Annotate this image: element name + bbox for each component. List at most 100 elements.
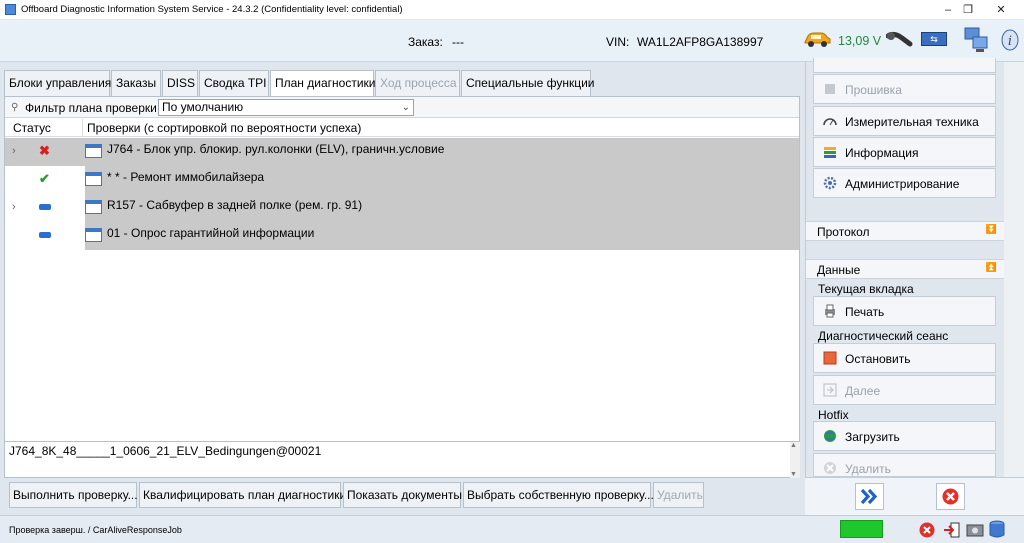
sidebar-item-information[interactable]: Информация bbox=[813, 137, 996, 167]
close-window-button[interactable]: ✕ bbox=[986, 0, 1016, 20]
filter-select[interactable]: По умолчанию ⌄ bbox=[158, 99, 414, 116]
screenshot-icon[interactable] bbox=[966, 521, 984, 542]
table-row[interactable]: ✔ * * - Ремонт иммобилайзера bbox=[5, 166, 799, 194]
table-row[interactable]: 01 - Опрос гарантийной информации bbox=[5, 222, 799, 250]
globe-icon bbox=[823, 429, 837, 443]
load-button-label: Загрузить bbox=[845, 430, 900, 444]
expand-arrow-icon[interactable]: › bbox=[12, 201, 16, 213]
next-button[interactable]: Далее bbox=[813, 375, 996, 405]
sidebar-partial-button[interactable] bbox=[813, 58, 996, 73]
stop-button-label: Остановить bbox=[845, 352, 911, 366]
window-titlebar: Offboard Diagnostic Information System S… bbox=[0, 0, 1024, 20]
exit-icon[interactable] bbox=[918, 521, 936, 542]
error-status-icon: ✖ bbox=[39, 143, 50, 158]
column-header-checks[interactable]: Проверки (с сортировкой по вероятности у… bbox=[87, 121, 361, 135]
run-check-button[interactable]: Выполнить проверку... bbox=[9, 482, 138, 508]
gear-icon bbox=[823, 176, 837, 190]
vci-cable-icon[interactable] bbox=[885, 30, 914, 53]
order-label: Заказ: bbox=[408, 35, 443, 49]
load-button[interactable]: Загрузить bbox=[813, 421, 996, 451]
double-chevron-right-icon bbox=[860, 488, 878, 505]
session-label: Диагностический сеанс bbox=[818, 329, 949, 343]
data-section-header[interactable]: Данные ⏫ bbox=[806, 259, 1005, 279]
detail-scrollbar[interactable]: ▲ ▼ bbox=[790, 442, 800, 478]
sidebar-item-measurement[interactable]: Измерительная техника bbox=[813, 106, 996, 136]
usb-icon[interactable]: ⇆ bbox=[921, 32, 947, 49]
sidebar-item-label: Информация bbox=[845, 146, 919, 160]
chevron-double-up-icon[interactable]: ⏫ bbox=[986, 262, 997, 273]
status-bar: Проверка заверш. / CarAliveResponseJob bbox=[0, 515, 1024, 543]
chip-icon bbox=[823, 82, 837, 96]
table-row[interactable]: › R157 - Сабвуфер в задней полке (рем. г… bbox=[5, 194, 799, 222]
forward-button[interactable] bbox=[855, 483, 884, 510]
chevron-double-down-icon[interactable]: ⏬ bbox=[986, 224, 997, 235]
tab-diss[interactable]: DISS bbox=[162, 70, 198, 96]
battery-voltage: 13,09 V bbox=[838, 34, 882, 48]
sidebar-item-firmware[interactable]: Прошивка bbox=[813, 74, 996, 104]
filter-label: Фильтр плана проверки bbox=[25, 101, 157, 115]
scroll-up-icon[interactable]: ▲ bbox=[790, 442, 797, 449]
protocol-section-header[interactable]: Протокол ⏬ bbox=[806, 221, 1005, 241]
stop-button[interactable]: Остановить bbox=[813, 343, 996, 373]
sidebar-item-label: Администрирование bbox=[845, 177, 960, 191]
checkmark-status-icon: ✔ bbox=[39, 171, 50, 186]
status-text: Проверка заверш. / CarAliveResponseJob bbox=[9, 525, 182, 535]
next-icon bbox=[823, 383, 837, 397]
hotfix-label: Hotfix bbox=[818, 408, 849, 422]
tab-tpi-summary[interactable]: Сводка TPI bbox=[199, 70, 269, 96]
filter-select-value: По умолчанию bbox=[162, 100, 244, 114]
sidebar: Прошивка Измерительная техника Информаци… bbox=[805, 58, 1005, 477]
delete-button[interactable]: Удалить bbox=[813, 453, 996, 477]
svg-text:⇆: ⇆ bbox=[930, 35, 938, 45]
chevron-down-icon: ⌄ bbox=[401, 102, 410, 113]
print-button[interactable]: Печать bbox=[813, 296, 996, 326]
qualify-plan-button[interactable]: Квалифицировать план диагностики bbox=[139, 482, 346, 508]
document-icon bbox=[85, 228, 102, 242]
navigation-row bbox=[805, 477, 1024, 515]
main-workspace: Блоки управления Заказы DISS Сводка TPI … bbox=[0, 62, 805, 515]
show-documents-button[interactable]: Показать документы bbox=[343, 482, 462, 508]
next-button-label: Далее bbox=[845, 384, 881, 398]
cancel-button[interactable] bbox=[936, 483, 965, 510]
pending-status-icon bbox=[39, 228, 53, 242]
sidebar-item-administration[interactable]: Администрирование bbox=[813, 168, 996, 198]
detail-code-bar: J764_8K_48_____1_0606_21_ELV_Bedingungen… bbox=[4, 442, 800, 478]
document-icon bbox=[85, 144, 102, 158]
document-icon bbox=[85, 200, 102, 214]
tab-special-functions[interactable]: Специальные функции bbox=[461, 70, 595, 96]
select-own-check-button[interactable]: Выбрать собственную проверку... bbox=[463, 482, 654, 508]
column-header-status[interactable]: Статус bbox=[13, 121, 51, 135]
row-label: 01 - Опрос гарантийной информации bbox=[107, 226, 315, 240]
books-icon bbox=[823, 145, 837, 159]
network-icon[interactable] bbox=[962, 25, 992, 58]
row-label: R157 - Сабвуфер в задней полке (рем. гр.… bbox=[107, 198, 363, 212]
delete-check-button[interactable]: Удалить bbox=[653, 482, 704, 508]
table-row[interactable]: › ✖ J764 - Блок упр. блокир. рул.колонки… bbox=[5, 138, 799, 166]
row-label: J764 - Блок упр. блокир. рул.колонки (EL… bbox=[107, 142, 445, 156]
app-icon bbox=[5, 4, 16, 15]
logout-icon[interactable] bbox=[942, 521, 962, 542]
info-icon[interactable]: i bbox=[1000, 29, 1020, 54]
column-divider bbox=[82, 119, 83, 137]
maximize-button[interactable]: ❐ bbox=[953, 0, 983, 20]
tab-process-progress[interactable]: Ход процесса bbox=[375, 70, 460, 96]
tab-control-units[interactable]: Блоки управления bbox=[4, 70, 111, 96]
diagnostic-plan-panel: ⚲ Фильтр плана проверки По умолчанию ⌄ С… bbox=[4, 96, 800, 442]
database-icon[interactable] bbox=[988, 520, 1006, 543]
scroll-down-icon[interactable]: ▼ bbox=[790, 471, 797, 478]
vin-label: VIN: bbox=[606, 35, 630, 49]
expand-arrow-icon[interactable]: › bbox=[12, 145, 16, 157]
order-value: --- bbox=[452, 35, 464, 49]
tab-orders[interactable]: Заказы bbox=[111, 70, 161, 96]
pending-status-icon bbox=[39, 200, 53, 214]
sidebar-item-label: Прошивка bbox=[845, 83, 902, 97]
sidebar-scrollbar[interactable] bbox=[1004, 62, 1024, 477]
filter-row: ⚲ Фильтр плана проверки По умолчанию ⌄ bbox=[5, 97, 799, 118]
car-icon[interactable] bbox=[802, 29, 832, 52]
stop-icon bbox=[823, 351, 837, 365]
delete-icon bbox=[823, 461, 837, 475]
print-button-label: Печать bbox=[845, 305, 885, 319]
close-icon bbox=[942, 488, 959, 505]
tab-diagnostic-plan[interactable]: План диагностики bbox=[270, 70, 375, 97]
document-icon bbox=[85, 172, 102, 186]
